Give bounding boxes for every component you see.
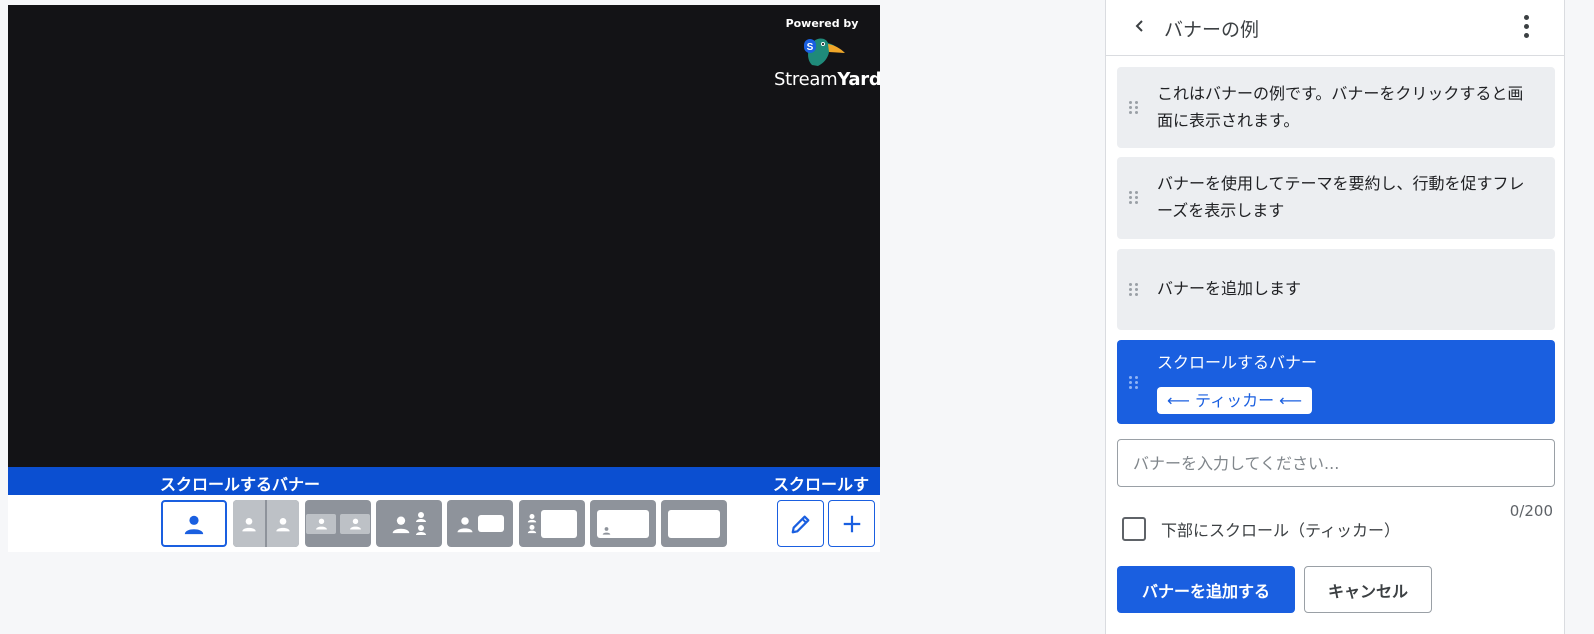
layout-grid-button[interactable] <box>305 500 371 547</box>
banner-item[interactable]: これはバナーの例です。バナーをクリックすると画面に表示されます。 <box>1117 67 1555 148</box>
ticker-text: スクロールす <box>773 475 870 494</box>
more-vertical-icon <box>1523 32 1529 38</box>
banner-item[interactable]: バナーを使用してテーマを要約し、行動を促すフレーズを表示します <box>1117 157 1555 239</box>
chevron-left-icon <box>1135 20 1143 32</box>
drag-handle-icon[interactable] <box>1129 101 1138 114</box>
screen-share-slot <box>478 515 504 532</box>
layout-slot <box>306 513 336 534</box>
person-icon <box>602 526 611 535</box>
layout-person-screen-button[interactable] <box>447 500 513 547</box>
ticker-checkbox-label[interactable]: 下部にスクロール（ティッカー） <box>1161 517 1400 541</box>
streamyard-bird-icon: S <box>804 38 845 66</box>
add-button[interactable] <box>828 500 875 547</box>
more-vertical-icon <box>1523 23 1529 29</box>
panel-title: バナーの例 <box>1164 19 1260 41</box>
back-button[interactable] <box>1128 14 1152 38</box>
character-count: 0/200 <box>1509 502 1553 520</box>
screen-share-slot <box>668 509 720 538</box>
banners-panel: バナーの例 これはバナーの例です。バナーをクリックすると画面に表示されます。 バ… <box>1105 0 1565 634</box>
person-icon <box>349 518 361 530</box>
pencil-icon <box>791 515 809 533</box>
ticker-badge: ⟵ ティッカー ⟵ <box>1157 387 1313 414</box>
more-vertical-icon <box>1523 14 1529 20</box>
banner-text: バナーを使用してテーマを要約し、行動を促すフレーズを表示します <box>1157 174 1525 220</box>
layout-solo-button[interactable] <box>161 500 227 547</box>
stacked-people-icon <box>416 511 426 535</box>
banner-item-selected[interactable]: スクロールするバナー ⟵ ティッカー ⟵ <box>1117 340 1555 424</box>
streamyard-branding: Powered by S StreamYard <box>774 17 880 90</box>
drag-handle-icon[interactable] <box>1129 283 1138 296</box>
banner-item[interactable]: バナーを追加します <box>1117 249 1555 330</box>
layout-screen-only-button[interactable] <box>661 500 727 547</box>
layout-slot <box>340 513 370 534</box>
person-icon <box>242 517 256 531</box>
layout-person-stack-button[interactable] <box>376 500 442 547</box>
streamyard-wordmark: StreamYard <box>774 69 880 90</box>
layout-toolbar <box>8 495 880 552</box>
banner-input[interactable] <box>1117 439 1555 487</box>
ticker-text: スクロールするバナー <box>160 475 321 494</box>
add-banner-button[interactable]: バナーを追加する <box>1117 566 1295 613</box>
cancel-button[interactable]: キャンセル <box>1304 566 1432 613</box>
stacked-people-icon <box>527 513 537 533</box>
banner-text: スクロールするバナー <box>1157 353 1318 372</box>
person-icon <box>315 518 327 530</box>
ticker-checkbox[interactable] <box>1122 517 1146 541</box>
layout-screen-pip-button[interactable] <box>590 500 656 547</box>
video-canvas: Powered by S StreamYard <box>8 5 880 467</box>
screen-share-slot <box>597 509 649 538</box>
broadcast-stage: Powered by S StreamYard スクロールするバナー スクロール… <box>8 5 880 552</box>
edit-banner-button[interactable] <box>777 500 824 547</box>
plus-icon <box>843 515 860 532</box>
layout-split-button[interactable] <box>233 500 299 547</box>
person-icon <box>184 515 204 534</box>
layout-stack-screen-button[interactable] <box>519 500 585 547</box>
more-options-button[interactable] <box>1516 14 1536 38</box>
person-icon <box>392 516 410 533</box>
drag-handle-icon[interactable] <box>1129 191 1138 204</box>
screen-share-slot <box>541 509 577 538</box>
person-icon <box>276 517 290 531</box>
panel-header: バナーの例 <box>1106 0 1564 56</box>
powered-by-label: Powered by <box>785 17 859 30</box>
person-icon <box>457 516 473 532</box>
banner-text: バナーを追加します <box>1157 279 1302 298</box>
banner-text: これはバナーの例です。バナーをクリックすると画面に表示されます。 <box>1157 84 1524 130</box>
drag-handle-icon[interactable] <box>1129 376 1138 389</box>
layout-slot <box>267 500 299 547</box>
layout-slot <box>233 500 265 547</box>
svg-text:S: S <box>807 42 814 53</box>
scrolling-ticker-bar: スクロールするバナー スクロールす <box>8 467 880 495</box>
